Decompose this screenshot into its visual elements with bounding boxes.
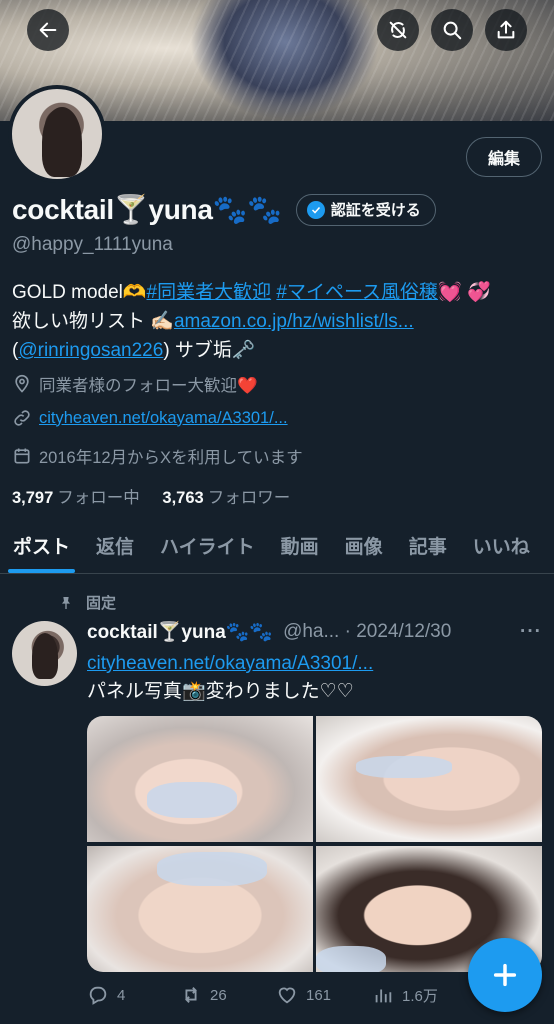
- views-chart-icon: [375, 989, 392, 1003]
- tweet-handle-date: @ha... · 2024/12/30: [283, 621, 452, 642]
- tweet-text: パネル写真📸変わりました♡♡: [87, 681, 354, 702]
- follow-stats: 3,797 フォロー中 3,763 フォロワー: [12, 484, 290, 508]
- bio-hashtag-link[interactable]: #同業者大歓迎: [147, 282, 272, 303]
- tweet-avatar[interactable]: [12, 621, 77, 686]
- reply-button[interactable]: 4: [87, 984, 180, 1006]
- reply-count: 4: [117, 986, 126, 1004]
- tweet-link[interactable]: cityheaven.net/okayama/A3301/...: [87, 653, 373, 674]
- verified-badge-icon: [306, 200, 325, 219]
- share-icon: [497, 20, 515, 39]
- tab-replies[interactable]: 返信: [83, 524, 147, 573]
- tweet-photo[interactable]: [87, 846, 313, 972]
- profile-joined: 2016年12月からXを利用しています: [12, 444, 303, 468]
- pinned-label: 固定: [86, 595, 117, 612]
- search-button[interactable]: [431, 9, 473, 51]
- views-button[interactable]: 1.6万: [372, 984, 468, 1006]
- tweet-media-grid: [87, 716, 542, 972]
- back-arrow-icon: [39, 22, 57, 38]
- plus-icon: [493, 963, 517, 987]
- tweet-author-name[interactable]: cocktail🍸yuna🐾🐾: [87, 620, 273, 644]
- bio-text: 💓 💞: [438, 282, 491, 303]
- back-button[interactable]: [27, 9, 69, 51]
- get-verified-label: 認証を受ける: [330, 202, 421, 219]
- profile-tabs: ポスト 返信 ハイライト 動画 画像 記事 いいね: [0, 524, 554, 574]
- tab-images[interactable]: 画像: [332, 524, 396, 573]
- compose-post-button[interactable]: [468, 938, 542, 1012]
- following-link[interactable]: 3,797 フォロー中: [12, 489, 140, 507]
- display-name: cocktail🍸yuna🐾🐾: [12, 194, 282, 225]
- link-icon: [14, 410, 30, 426]
- tweet-body: cityheaven.net/okayama/A3301/... パネル写真📸変…: [87, 650, 542, 706]
- following-count: 3,797: [12, 489, 54, 507]
- repost-button[interactable]: 26: [180, 984, 276, 1006]
- calendar-icon: [14, 448, 30, 464]
- share-button[interactable]: [485, 9, 527, 51]
- profile-bio: GOLD model🫶#同業者大歓迎 #マイペース風俗穣💓 💞 欲しい物リスト …: [12, 278, 542, 365]
- profile-avatar[interactable]: [8, 85, 106, 183]
- followers-count: 3,763: [162, 489, 204, 507]
- profile-name-row: cocktail🍸yuna🐾🐾 認証を受ける: [12, 193, 436, 226]
- get-verified-button[interactable]: 認証を受ける: [295, 193, 436, 226]
- translate-button[interactable]: [377, 9, 419, 51]
- bio-text: ) サブ垢🗝️: [163, 340, 256, 361]
- view-count: 1.6万: [402, 987, 438, 1005]
- tab-likes[interactable]: いいね: [460, 524, 543, 573]
- more-options-icon[interactable]: ···: [520, 621, 542, 643]
- website-link[interactable]: cityheaven.net/okayama/A3301/...: [39, 409, 288, 428]
- like-button[interactable]: 161: [276, 984, 372, 1006]
- like-count: 161: [306, 986, 332, 1004]
- repost-icon: [185, 987, 197, 1003]
- bio-text: GOLD model🫶: [12, 282, 147, 303]
- repost-count: 26: [210, 986, 227, 1004]
- tab-posts[interactable]: ポスト: [0, 524, 83, 573]
- tab-videos[interactable]: 動画: [268, 524, 332, 573]
- tweet-header: cocktail🍸yuna🐾🐾 @ha... · 2024/12/30 ···: [87, 620, 542, 644]
- profile-handle: @happy_1111yuna: [12, 234, 173, 255]
- pinned-indicator: 固定: [58, 592, 116, 613]
- search-icon: [443, 21, 462, 40]
- tweet-photo[interactable]: [87, 716, 313, 842]
- bio-hashtag-link[interactable]: #マイペース風俗穣: [276, 282, 438, 303]
- tab-articles[interactable]: 記事: [396, 524, 460, 573]
- heart-icon: [278, 987, 296, 1004]
- location-pin-icon: [15, 374, 29, 393]
- pin-icon: [62, 596, 70, 609]
- tweet-photo[interactable]: [316, 716, 542, 842]
- tab-highlights[interactable]: ハイライト: [147, 524, 268, 573]
- reply-icon: [89, 986, 107, 1005]
- bio-mention-link[interactable]: @rinringosan226: [18, 340, 163, 361]
- translate-icon: [389, 21, 407, 39]
- edit-profile-button[interactable]: 編集: [466, 137, 542, 177]
- followers-label: フォロワー: [207, 489, 291, 507]
- followers-link[interactable]: 3,763 フォロワー: [162, 489, 290, 507]
- following-label: フォロー中: [57, 489, 140, 507]
- joined-text: 2016年12月からXを利用しています: [39, 449, 303, 467]
- bio-text: 欲しい物リスト ✍🏻: [12, 311, 174, 332]
- profile-website[interactable]: cityheaven.net/okayama/A3301/...: [12, 408, 288, 428]
- location-text: 同業者様のフォロー大歓迎❤️: [39, 377, 258, 395]
- wishlist-link[interactable]: amazon.co.jp/hz/wishlist/ls...: [174, 311, 414, 332]
- profile-location: 同業者様のフォロー大歓迎❤️: [12, 372, 258, 396]
